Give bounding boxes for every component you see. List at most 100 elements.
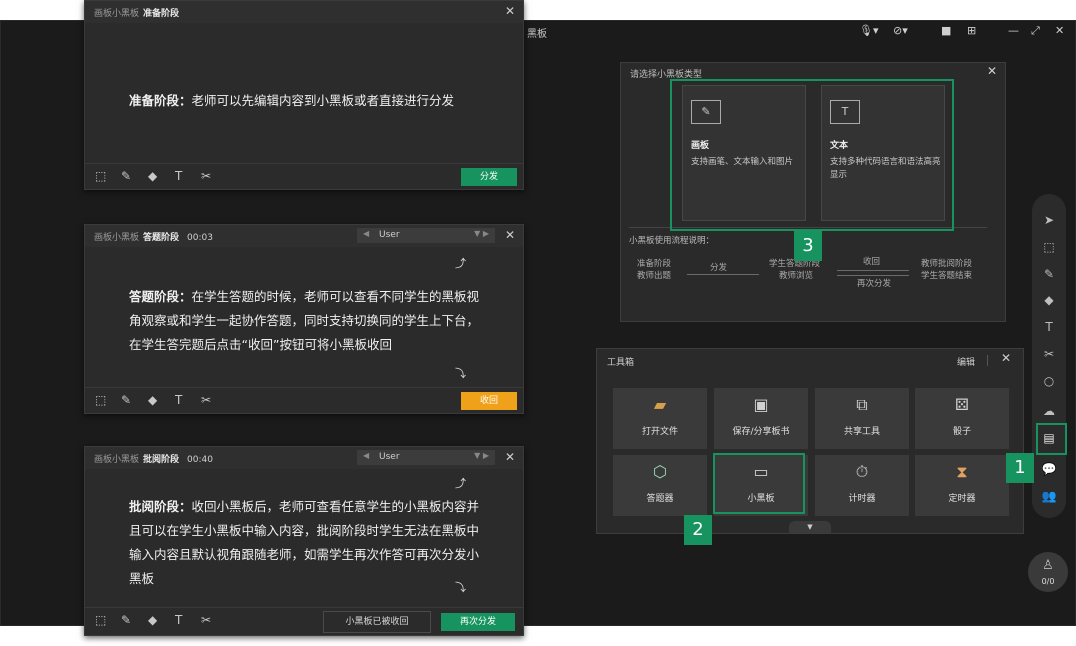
hint-arrow-icon: ⤵ xyxy=(455,367,466,380)
minimize-icon[interactable]: — xyxy=(1008,24,1019,38)
eraser-icon[interactable]: ◆ xyxy=(1032,292,1066,308)
flow-arrow2-bottom xyxy=(837,275,909,276)
chat-icon[interactable]: 💬 xyxy=(1032,461,1066,477)
tool-label: 共享工具 xyxy=(843,427,880,437)
edit-button[interactable]: 编辑 xyxy=(957,355,975,368)
members-icon[interactable]: 👥 xyxy=(1032,488,1066,504)
panel-footer: ⬚ ✎ ◆ T ✂ 小黑板已被收回 再次分发 xyxy=(85,607,523,635)
scissors-icon[interactable]: ✂ xyxy=(201,393,211,407)
cloud-icon[interactable]: ☁ xyxy=(1032,403,1066,419)
select-icon[interactable]: ⬚ xyxy=(95,169,106,183)
current-user: User xyxy=(379,230,400,240)
elapsed-time: 00:03 xyxy=(187,233,213,243)
panel-title: 画板小黑板 答题阶段 00:03 xyxy=(94,230,213,243)
panel-header: 画板小黑板 答题阶段 00:03 ◀ User ▼ ▶ ✕ xyxy=(85,225,523,247)
next-user-icon[interactable]: ▼ ▶ xyxy=(474,229,489,238)
pen-icon[interactable]: ✎ xyxy=(121,613,131,627)
text-icon[interactable]: T xyxy=(175,169,182,183)
redistribute-button[interactable]: 再次分发 xyxy=(441,613,515,631)
tool-label: 保存/分享板书 xyxy=(732,427,790,437)
app-name: 画板小黑板 xyxy=(94,9,140,19)
distribute-button[interactable]: 分发 xyxy=(461,168,517,186)
eraser-icon[interactable]: ◆ xyxy=(148,613,157,627)
blackboard-panel-answer: 画板小黑板 答题阶段 00:03 ◀ User ▼ ▶ ✕ ⤴ 答题阶段：在学生答题… xyxy=(84,224,524,414)
hint-arrow-icon: ⤵ xyxy=(455,581,466,594)
blackboard-panel-prepare: 画板小黑板 准备阶段 ✕ 准备阶段：老师可以先编辑内容到小黑板或者直接进行分发 ⬚… xyxy=(84,0,524,190)
close-icon[interactable]: ✕ xyxy=(505,450,515,464)
flow-step1-a: 准备阶段 xyxy=(637,259,672,269)
tool-save-share[interactable]: ▣ 保存/分享板书 xyxy=(714,388,808,449)
folder-icon: ▰ xyxy=(653,395,667,414)
flow-title: 小黑板使用流程说明： xyxy=(629,236,715,246)
tool-dice[interactable]: ⚄ 骰子 xyxy=(915,388,1009,449)
scissors-icon[interactable]: ✂ xyxy=(201,613,211,627)
panel-content: 答题阶段：在学生答题的时候，老师可以查看不同学生的黑板视角观察或和学生一起协作答… xyxy=(129,285,484,357)
text-icon[interactable]: T xyxy=(175,613,182,627)
blackboard-panel-review: 画板小黑板 批阅阶段 00:40 ◀ User ▼ ▶ ✕ ⤴ 批阅阶段：收回小黑板… xyxy=(84,446,524,636)
pointer-icon[interactable]: ➤ xyxy=(1032,212,1066,228)
seat-count: 0/0 xyxy=(1041,577,1055,586)
eraser-icon[interactable]: ◆ xyxy=(148,393,157,407)
seat-counter[interactable]: ♙ 0/0 xyxy=(1028,552,1068,592)
tool-label: 计时器 xyxy=(848,494,876,504)
tool-label: 答题器 xyxy=(646,494,674,504)
tool-timer[interactable]: ⧗ 定时器 xyxy=(915,455,1009,516)
tool-share[interactable]: ⧉ 共享工具 xyxy=(815,388,909,449)
close-icon[interactable]: ✕ xyxy=(505,228,515,242)
recall-button[interactable]: 收回 xyxy=(461,392,517,410)
app-name: 画板小黑板 xyxy=(94,455,140,465)
mic-icon[interactable]: 🎙▾ xyxy=(859,24,879,38)
flow-arrow1 xyxy=(687,274,759,275)
tool-open-file[interactable]: ▰ 打开文件 xyxy=(613,388,707,449)
shape-icon[interactable]: ○ xyxy=(1032,373,1066,389)
hourglass-icon: ⧗ xyxy=(956,462,968,481)
stopwatch-icon: ⏱ xyxy=(855,462,869,481)
share-screen-icon: ⧉ xyxy=(856,395,868,414)
current-user: User xyxy=(379,452,400,462)
hint-arrow-icon: ⤴ xyxy=(455,477,466,490)
user-switcher[interactable]: ◀ User ▼ ▶ xyxy=(357,228,495,243)
close-icon[interactable]: ✕ xyxy=(505,4,515,18)
text-icon[interactable]: T xyxy=(1032,319,1066,335)
next-user-icon[interactable]: ▼ ▶ xyxy=(474,451,489,460)
flow-arrow2-top xyxy=(837,270,909,271)
tool-stopwatch[interactable]: ⏱ 计时器 xyxy=(815,455,909,516)
marker-2: 2 xyxy=(684,515,712,545)
panel-footer: ⬚ ✎ ◆ T ✂ 收回 xyxy=(85,387,523,413)
camera-off-icon[interactable]: ⊘▾ xyxy=(893,24,908,38)
eraser-icon[interactable]: ◆ xyxy=(148,169,157,183)
tool-label: 定时器 xyxy=(948,494,976,504)
recalled-status-button: 小黑板已被收回 xyxy=(323,611,431,633)
prev-user-icon[interactable]: ◀ xyxy=(363,451,369,460)
close-icon[interactable]: ✕ xyxy=(987,64,997,78)
flow-arrow1-label: 分发 xyxy=(710,263,728,273)
close-icon[interactable]: ✕ xyxy=(1055,24,1064,38)
user-switcher[interactable]: ◀ User ▼ ▶ xyxy=(357,450,495,465)
pen-icon[interactable]: ✎ xyxy=(1032,266,1066,282)
tool-label: 骰子 xyxy=(952,427,971,437)
scissors-icon[interactable]: ✂ xyxy=(201,169,211,183)
pen-icon[interactable]: ✎ xyxy=(121,169,131,183)
select-icon[interactable]: ⬚ xyxy=(95,393,106,407)
expand-toggle[interactable]: ▼ xyxy=(789,521,831,533)
app-name: 画板小黑板 xyxy=(94,233,140,243)
panel-content: 准备阶段：老师可以先编辑内容到小黑板或者直接进行分发 xyxy=(129,89,484,113)
camera-icon[interactable]: ■ xyxy=(941,24,951,38)
pen-icon[interactable]: ✎ xyxy=(121,393,131,407)
content-bold: 准备阶段： xyxy=(129,93,192,108)
highlight-blackboard-tool xyxy=(713,453,805,514)
select-icon[interactable]: ⬚ xyxy=(95,613,106,627)
hint-arrow-icon: ⤴ xyxy=(455,257,466,270)
window-title: 黑板 xyxy=(527,29,547,40)
text-icon[interactable]: T xyxy=(175,393,182,407)
grid-icon[interactable]: ⊞ xyxy=(967,24,976,38)
restore-icon[interactable]: ⤢ xyxy=(1031,24,1040,38)
select-icon[interactable]: ⬚ xyxy=(1032,239,1066,255)
close-icon[interactable]: ✕ xyxy=(1001,351,1011,365)
save-icon: ▣ xyxy=(753,395,769,414)
stage-name: 答题阶段 xyxy=(143,233,180,243)
highlight-toolbox-icon xyxy=(1036,423,1067,455)
scissors-icon[interactable]: ✂ xyxy=(1032,346,1066,362)
prev-user-icon[interactable]: ◀ xyxy=(363,229,369,238)
tool-answer[interactable]: ⬡ 答题器 xyxy=(613,455,707,516)
